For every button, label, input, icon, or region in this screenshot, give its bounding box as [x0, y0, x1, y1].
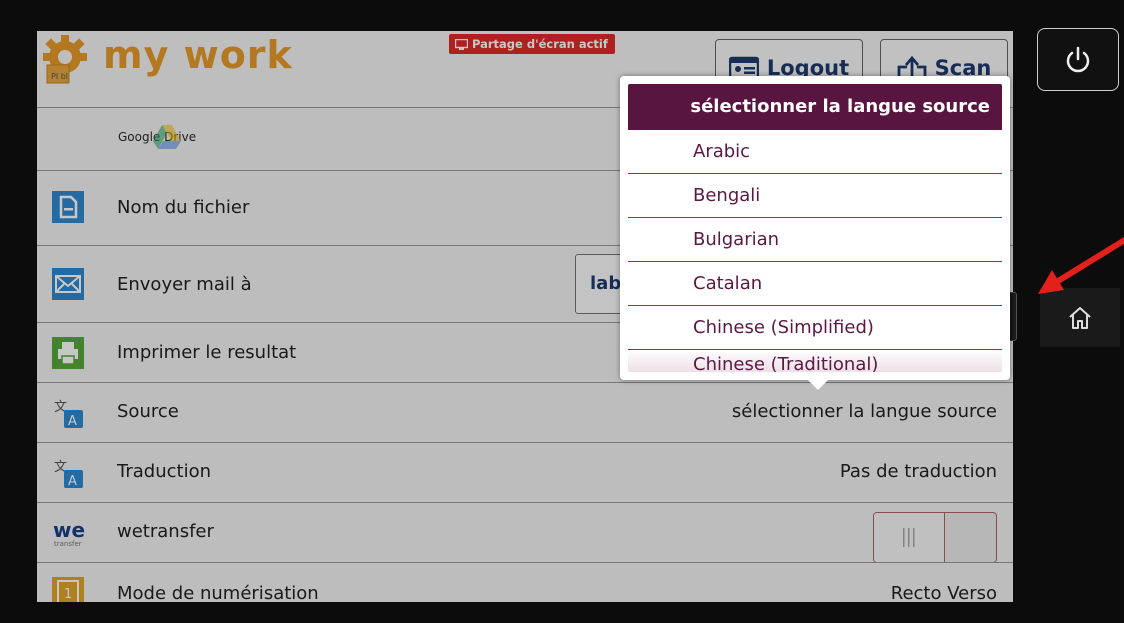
- language-list[interactable]: sélectionner la langue source Arabic Ben…: [628, 84, 1002, 372]
- language-option-catalan[interactable]: Catalan: [628, 262, 1002, 306]
- dropdown-title: sélectionner la langue source: [628, 84, 1002, 130]
- language-option-chinese-simplified[interactable]: Chinese (Simplified): [628, 306, 1002, 350]
- language-option-arabic[interactable]: Arabic: [628, 130, 1002, 174]
- power-button[interactable]: [1037, 28, 1119, 91]
- home-icon: [1069, 306, 1091, 329]
- language-option-bulgarian[interactable]: Bulgarian: [628, 218, 1002, 262]
- power-icon: [1066, 46, 1090, 72]
- language-option-chinese-traditional[interactable]: Chinese (Traditional): [628, 350, 1002, 372]
- dropdown-pointer: [806, 378, 830, 390]
- annotation-arrow-icon: [1038, 236, 1124, 294]
- source-language-dropdown: sélectionner la langue source Arabic Ben…: [620, 76, 1010, 390]
- language-option-bengali[interactable]: Bengali: [628, 174, 1002, 218]
